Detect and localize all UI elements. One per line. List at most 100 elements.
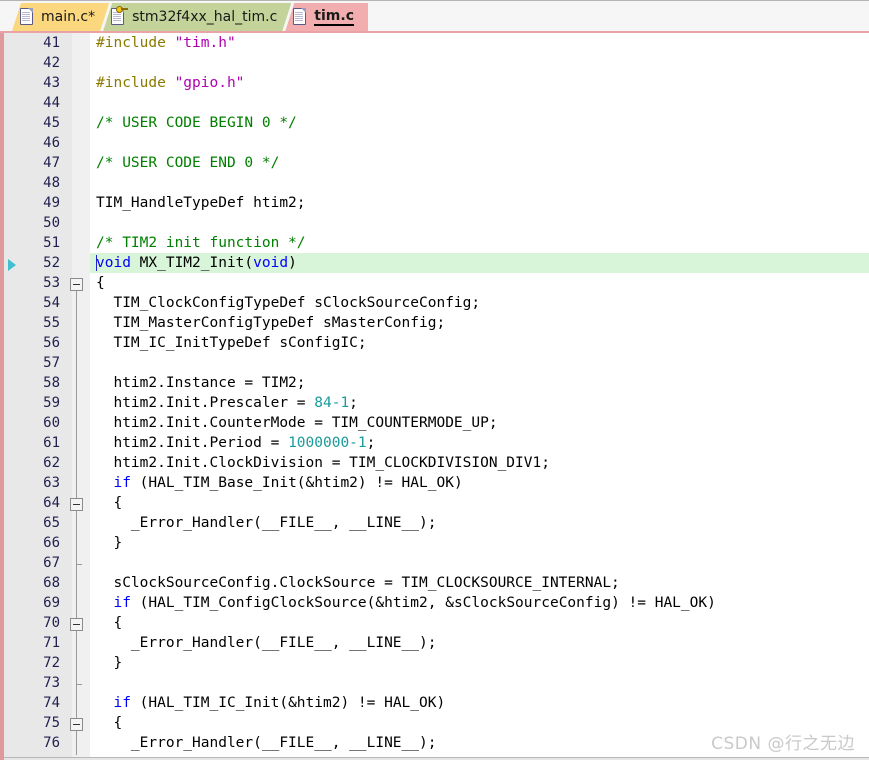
code-line[interactable]: {: [90, 493, 869, 513]
code-line[interactable]: sClockSourceConfig.ClockSource = TIM_CLO…: [90, 573, 869, 593]
line-number: 73: [43, 675, 60, 691]
text-caret: [96, 255, 97, 271]
code-line[interactable]: }: [90, 653, 869, 673]
code-line[interactable]: htim2.Instance = TIM2;: [90, 373, 869, 393]
fold-toggle-icon[interactable]: [70, 498, 83, 511]
line-number: 42: [43, 55, 60, 71]
code-line[interactable]: TIM_MasterConfigTypeDef sMasterConfig;: [90, 313, 869, 333]
line-number: 64: [43, 495, 60, 511]
marker-column[interactable]: [4, 33, 22, 760]
code-line[interactable]: [90, 213, 869, 233]
line-number: 65: [43, 515, 60, 531]
code-line[interactable]: [90, 133, 869, 153]
code-token-txt: (HAL_TIM_ConfigClockSource(&htim2, &sClo…: [130, 595, 716, 611]
code-token-txt: TIM_ClockConfigTypeDef sClockSourceConfi…: [96, 295, 481, 311]
code-line[interactable]: if (HAL_TIM_Base_Init(&htim2) != HAL_OK): [90, 473, 869, 493]
code-line[interactable]: if (HAL_TIM_IC_Init(&htim2) != HAL_OK): [90, 693, 869, 713]
code-line[interactable]: {: [90, 713, 869, 733]
code-text-area[interactable]: #include "tim.h" #include "gpio.h" /* US…: [90, 33, 869, 760]
code-line[interactable]: [90, 673, 869, 693]
code-line[interactable]: htim2.Init.CounterMode = TIM_COUNTERMODE…: [90, 413, 869, 433]
code-token-txt: ;: [366, 435, 376, 451]
code-line[interactable]: #include "gpio.h": [90, 73, 869, 93]
fold-toggle-icon[interactable]: [70, 718, 83, 731]
file-icon: [293, 8, 308, 26]
code-token-pre: #include: [96, 35, 175, 51]
line-number: 49: [43, 195, 60, 211]
code-line[interactable]: [90, 53, 869, 73]
fold-toggle-icon[interactable]: [70, 278, 83, 291]
code-token-txt: }: [96, 655, 123, 671]
line-number: 72: [43, 655, 60, 671]
code-line[interactable]: /* USER CODE END 0 */: [90, 153, 869, 173]
line-number: 56: [43, 335, 60, 351]
line-number: 52: [43, 255, 60, 271]
code-token-txt: sClockSourceConfig.ClockSource = TIM_CLO…: [96, 575, 620, 591]
code-line[interactable]: /* TIM2 init function */: [90, 233, 869, 253]
code-token-txt: (HAL_TIM_Base_Init(&htim2) != HAL_OK): [130, 475, 463, 491]
code-token-kw: void: [96, 255, 131, 271]
line-number: 43: [43, 75, 60, 91]
execution-pointer-icon[interactable]: [8, 259, 16, 271]
code-line[interactable]: {: [90, 613, 869, 633]
code-token-cmt: /* TIM2 init function */: [96, 235, 306, 251]
code-line[interactable]: [90, 353, 869, 373]
code-token-kw: if: [113, 475, 131, 491]
tab-main-c-[interactable]: main.c*: [12, 3, 109, 31]
code-token-txt: TIM_IC_InitTypeDef sConfigIC;: [96, 335, 367, 351]
file-icon: [20, 8, 35, 26]
code-token-kw: if: [113, 695, 131, 711]
code-line[interactable]: void MX_TIM2_Init(void): [90, 253, 869, 273]
fold-branch-tick: [76, 684, 82, 685]
line-number: 46: [43, 135, 60, 151]
line-number-gutter[interactable]: 41 42 43 44 45 46 47 48 49 50 51 52 53 54 55 56 57 58 59 60…: [22, 33, 64, 760]
code-token-num: 84-1: [314, 395, 350, 411]
code-line[interactable]: }: [90, 533, 869, 553]
code-token-txt: htim2.Init.Period =: [96, 435, 289, 451]
code-token-txt: htim2.Init.ClockDivision = TIM_CLOCKDIVI…: [96, 455, 550, 471]
code-line[interactable]: _Error_Handler(__FILE__, __LINE__);: [90, 633, 869, 653]
line-number: 45: [43, 115, 60, 131]
code-line[interactable]: [90, 173, 869, 193]
tab-tim-c[interactable]: tim.c: [285, 3, 368, 31]
code-token-txt: TIM_HandleTypeDef htim2;: [96, 195, 306, 211]
tab-label: stm32f4xx_hal_tim.c: [132, 9, 278, 25]
file-locked-icon: [111, 8, 126, 26]
code-line[interactable]: [90, 93, 869, 113]
code-token-txt: htim2.Init.Prescaler =: [96, 395, 315, 411]
code-token-txt: {: [96, 715, 123, 731]
fold-toggle-icon[interactable]: [70, 618, 83, 631]
code-line[interactable]: htim2.Init.ClockDivision = TIM_CLOCKDIVI…: [90, 453, 869, 473]
line-number: 63: [43, 475, 60, 491]
code-token-txt: {: [96, 275, 105, 291]
code-token-str: "tim.h": [174, 35, 236, 51]
tab-label: tim.c: [314, 7, 354, 26]
code-line[interactable]: htim2.Init.Period = 1000000-1;: [90, 433, 869, 453]
line-number: 68: [43, 575, 60, 591]
tab-stm32f4xx-hal-tim-c[interactable]: stm32f4xx_hal_tim.c: [103, 3, 291, 31]
code-line[interactable]: _Error_Handler(__FILE__, __LINE__);: [90, 513, 869, 533]
code-token-cmt: /* USER CODE BEGIN 0 */: [96, 115, 297, 131]
code-line[interactable]: [90, 553, 869, 573]
code-line[interactable]: {: [90, 273, 869, 293]
code-folding-column[interactable]: [64, 33, 90, 760]
code-token-txt: _Error_Handler(__FILE__, __LINE__);: [96, 735, 437, 751]
line-number: 58: [43, 375, 60, 391]
line-number: 69: [43, 595, 60, 611]
code-line[interactable]: TIM_ClockConfigTypeDef sClockSourceConfi…: [90, 293, 869, 313]
code-line[interactable]: TIM_IC_InitTypeDef sConfigIC;: [90, 333, 869, 353]
line-number: 76: [43, 735, 60, 751]
line-number: 41: [43, 35, 60, 51]
code-line[interactable]: _Error_Handler(__FILE__, __LINE__);: [90, 733, 869, 753]
code-line[interactable]: TIM_HandleTypeDef htim2;: [90, 193, 869, 213]
code-token-txt: }: [96, 535, 123, 551]
code-token-txt: ): [288, 255, 297, 271]
code-line[interactable]: /* USER CODE BEGIN 0 */: [90, 113, 869, 133]
code-line[interactable]: htim2.Init.Prescaler = 84-1;: [90, 393, 869, 413]
code-line[interactable]: #include "tim.h": [90, 33, 869, 53]
line-number: 60: [43, 415, 60, 431]
code-line[interactable]: if (HAL_TIM_ConfigClockSource(&htim2, &s…: [90, 593, 869, 613]
